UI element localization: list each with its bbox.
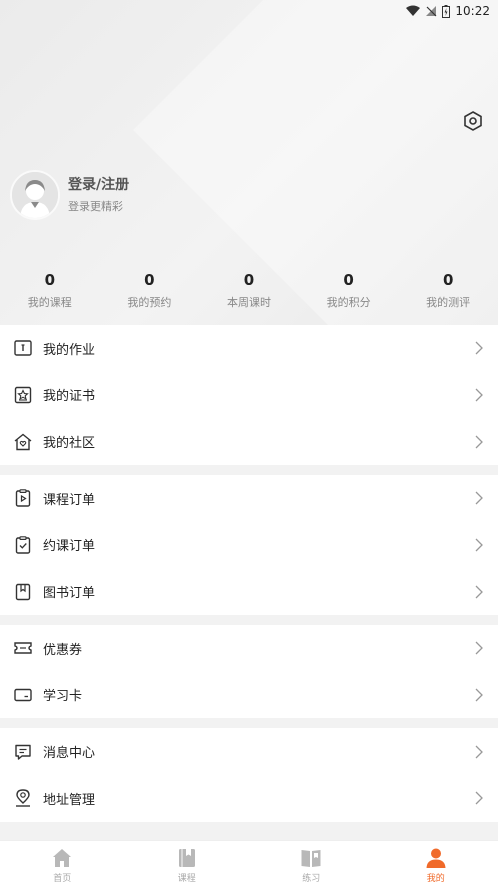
menu-item-label: 地址管理 (43, 789, 95, 808)
tab-label: 我的 (427, 871, 445, 884)
avatar[interactable] (10, 170, 60, 220)
book-order-icon (13, 582, 33, 602)
tab-home[interactable]: 首页 (0, 841, 125, 888)
stat-appointments[interactable]: 0 我的预约 (100, 270, 200, 310)
tab-courses[interactable]: 课程 (125, 841, 250, 888)
stat-value: 0 (299, 270, 399, 290)
chevron-right-icon (474, 744, 484, 760)
chevron-right-icon (474, 537, 484, 553)
course-icon (176, 847, 198, 869)
menu-item-community[interactable]: 我的社区 (0, 418, 498, 465)
menu-group-learning: 我的作业 我的证书 我的社区 (0, 325, 498, 465)
stat-value: 0 (398, 270, 498, 290)
menu-groups: 我的作业 我的证书 我的社区 课程订单 (0, 325, 498, 832)
stat-label: 我的课程 (0, 294, 100, 310)
chevron-right-icon (474, 640, 484, 656)
stat-assessments[interactable]: 0 我的测评 (398, 270, 498, 310)
chevron-right-icon (474, 340, 484, 356)
home-icon (51, 847, 73, 869)
address-icon (13, 788, 33, 808)
menu-item-course-orders[interactable]: 课程订单 (0, 475, 498, 522)
stat-label: 我的测评 (398, 294, 498, 310)
community-icon (13, 432, 33, 452)
certificate-icon (13, 385, 33, 405)
menu-group-wallet: 优惠券 学习卡 (0, 625, 498, 718)
menu-item-book-orders[interactable]: 图书订单 (0, 568, 498, 615)
settings-icon[interactable] (462, 110, 484, 132)
course-order-icon (13, 488, 33, 508)
stats-bar: 0 我的课程 0 我的预约 0 本周课时 0 我的积分 0 我的测评 (0, 270, 498, 310)
stat-courses[interactable]: 0 我的课程 (0, 270, 100, 310)
menu-item-label: 优惠券 (43, 639, 82, 658)
stat-points[interactable]: 0 我的积分 (299, 270, 399, 310)
menu-item-label: 课程订单 (43, 489, 95, 508)
chevron-right-icon (474, 490, 484, 506)
profile-header: 10:22 登录/注册 登录更精彩 0 我的课程 0 我的预约 0 本周课时 0 (0, 0, 498, 325)
coupon-icon (13, 638, 33, 658)
profile-icon (425, 847, 447, 869)
tab-profile[interactable]: 我的 (374, 841, 498, 888)
menu-item-messages[interactable]: 消息中心 (0, 728, 498, 775)
chevron-right-icon (474, 584, 484, 600)
menu-item-coupons[interactable]: 优惠券 (0, 625, 498, 672)
menu-item-label: 学习卡 (43, 685, 82, 704)
booking-order-icon (13, 535, 33, 555)
menu-item-booking-orders[interactable]: 约课订单 (0, 522, 498, 569)
menu-item-label: 图书订单 (43, 582, 95, 601)
menu-group-orders: 课程订单 约课订单 图书订单 (0, 475, 498, 615)
tab-label: 首页 (53, 871, 71, 884)
tab-label: 练习 (302, 871, 320, 884)
message-icon (13, 742, 33, 762)
login-subtitle: 登录更精彩 (68, 198, 123, 214)
menu-item-label: 我的作业 (43, 339, 95, 358)
status-bar: 10:22 (406, 2, 490, 20)
menu-item-address[interactable]: 地址管理 (0, 775, 498, 822)
wifi-icon (406, 5, 420, 17)
stat-label: 我的积分 (299, 294, 399, 310)
chevron-right-icon (474, 790, 484, 806)
no-signal-icon (425, 5, 437, 17)
practice-icon (300, 847, 322, 869)
tab-label: 课程 (178, 871, 196, 884)
status-time: 10:22 (455, 4, 490, 18)
menu-item-label: 我的证书 (43, 385, 95, 404)
bottom-tab-bar: 首页 课程 练习 我的 (0, 840, 498, 888)
menu-item-label: 约课订单 (43, 535, 95, 554)
stat-value: 0 (100, 270, 200, 290)
stat-weekly-hours[interactable]: 0 本周课时 (199, 270, 299, 310)
chevron-right-icon (474, 687, 484, 703)
stat-label: 我的预约 (100, 294, 200, 310)
stat-label: 本周课时 (199, 294, 299, 310)
stat-value: 0 (0, 270, 100, 290)
menu-item-label: 消息中心 (43, 742, 95, 761)
menu-item-certificate[interactable]: 我的证书 (0, 372, 498, 419)
menu-item-label: 我的社区 (43, 432, 95, 451)
login-register-link[interactable]: 登录/注册 (68, 174, 129, 194)
study-card-icon (13, 685, 33, 705)
stat-value: 0 (199, 270, 299, 290)
tab-practice[interactable]: 练习 (249, 841, 374, 888)
default-avatar-icon (12, 172, 58, 218)
menu-group-service: 消息中心 地址管理 (0, 728, 498, 821)
menu-item-study-card[interactable]: 学习卡 (0, 672, 498, 719)
battery-icon (442, 5, 450, 18)
homework-icon (13, 338, 33, 358)
chevron-right-icon (474, 434, 484, 450)
chevron-right-icon (474, 387, 484, 403)
menu-item-homework[interactable]: 我的作业 (0, 325, 498, 372)
